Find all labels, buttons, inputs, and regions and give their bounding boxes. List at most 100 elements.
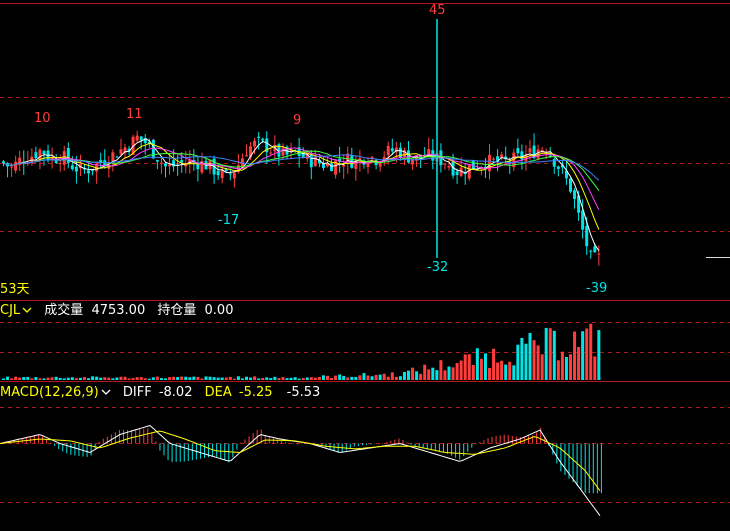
volume-panel[interactable]: [0, 322, 730, 381]
volume-bar: [54, 376, 58, 380]
volume-bar: [123, 376, 127, 380]
candle-up: [119, 149, 123, 155]
candle-up: [269, 152, 273, 154]
period-label: 53天: [0, 282, 30, 297]
futures-kline-chart: [0, 3, 730, 516]
chevron-down-icon[interactable]: [101, 386, 111, 395]
candle-down: [42, 151, 46, 155]
candle-up: [488, 154, 491, 172]
volume-bar: [548, 328, 552, 380]
volume-bar: [14, 376, 18, 380]
macd-panel[interactable]: [0, 407, 730, 516]
peak-marker: 9: [293, 113, 302, 128]
volume-bar: [216, 377, 220, 380]
volume-bar: [240, 378, 244, 380]
volume-bar: [232, 378, 236, 380]
volume-bar: [512, 365, 516, 380]
volume-bar: [386, 376, 390, 380]
volume-bar: [50, 377, 54, 380]
candle-down: [2, 161, 5, 164]
volume-bar: [411, 367, 415, 380]
moving-average-line: [3, 138, 600, 251]
candle-down: [573, 190, 577, 199]
volume-bar: [236, 376, 240, 380]
volume-bar: [220, 377, 224, 380]
chevron-down-icon[interactable]: [22, 304, 32, 313]
volume-bar: [552, 330, 556, 380]
volume-bar: [540, 354, 544, 380]
volume-bar: [439, 360, 443, 380]
volume-bar: [455, 362, 459, 380]
candle-down: [569, 178, 572, 192]
macd-indicator-selector[interactable]: MACD(12,26,9): [0, 385, 115, 400]
volume-bar: [103, 377, 107, 380]
volume-bar: [196, 376, 200, 380]
volume-bar: [532, 340, 536, 380]
candle-down: [589, 250, 593, 252]
volume-bar: [107, 377, 111, 380]
volume-bar: [151, 377, 155, 380]
candle-down: [552, 158, 556, 167]
volume-bar: [265, 377, 269, 380]
candle-up: [253, 140, 257, 147]
candle-down: [330, 163, 334, 172]
trough-marker: -32: [427, 260, 449, 275]
volume-bar: [87, 378, 91, 380]
volume-indicator-name: CJL: [0, 303, 21, 318]
candle-down: [556, 166, 560, 169]
volume-bar: [99, 377, 103, 380]
candles-layer: [2, 130, 601, 266]
candle-down: [34, 152, 38, 159]
volume-bar: [188, 377, 192, 380]
volume-bar: [496, 362, 500, 380]
macd-header: MACD(12,26,9) DIFF -8.02 DEA -5.25 -5.53: [0, 386, 320, 400]
price-panel[interactable]: [0, 3, 730, 266]
candle-up: [528, 148, 532, 153]
candle-down: [115, 156, 119, 158]
volume-bar: [483, 353, 487, 380]
volume-bar: [127, 378, 131, 380]
volume-bar: [70, 377, 74, 380]
peak-marker: 11: [126, 107, 143, 122]
volume-bar: [164, 378, 167, 380]
volume-bar: [443, 370, 447, 380]
candle-up: [159, 162, 163, 164]
diff-value: -8.02: [158, 385, 193, 400]
candle-down: [164, 163, 167, 167]
volume-bar: [261, 378, 265, 380]
volume-bar: [115, 377, 119, 380]
volume-bar: [159, 378, 163, 380]
candle-up: [10, 166, 14, 168]
volume-bar: [74, 378, 78, 380]
peak-marker: 45: [429, 3, 446, 18]
volume-bar: [564, 356, 568, 380]
volume-bar: [204, 376, 208, 380]
volume-bar: [111, 378, 115, 380]
volume-bar: [463, 354, 467, 380]
volume-bar: [467, 354, 471, 380]
volume-bar: [459, 360, 463, 380]
candle-up: [135, 135, 139, 141]
trough-marker: -17: [218, 213, 240, 228]
volume-bar: [135, 377, 139, 380]
volume-indicator-selector[interactable]: CJL: [0, 303, 36, 318]
volume-bar: [91, 376, 95, 380]
candle-up: [366, 162, 370, 168]
volume-bar: [253, 376, 257, 380]
volume-bar: [249, 377, 253, 380]
volume-bar: [573, 331, 577, 380]
candle-up: [14, 161, 18, 171]
volume-bar: [560, 351, 564, 380]
trough-marker: -39: [586, 281, 608, 296]
volume-bar: [131, 378, 135, 380]
volume-bar: [366, 375, 370, 380]
candle-up: [168, 164, 172, 167]
volume-bar: [289, 377, 293, 380]
open-interest-value: 0.00: [204, 303, 234, 318]
volume-bar: [42, 378, 46, 380]
volume-bar: [34, 377, 38, 380]
volume-bar: [172, 376, 176, 380]
volume-bar: [143, 378, 147, 380]
volume-bar: [119, 376, 123, 380]
volume-bar: [451, 367, 455, 380]
